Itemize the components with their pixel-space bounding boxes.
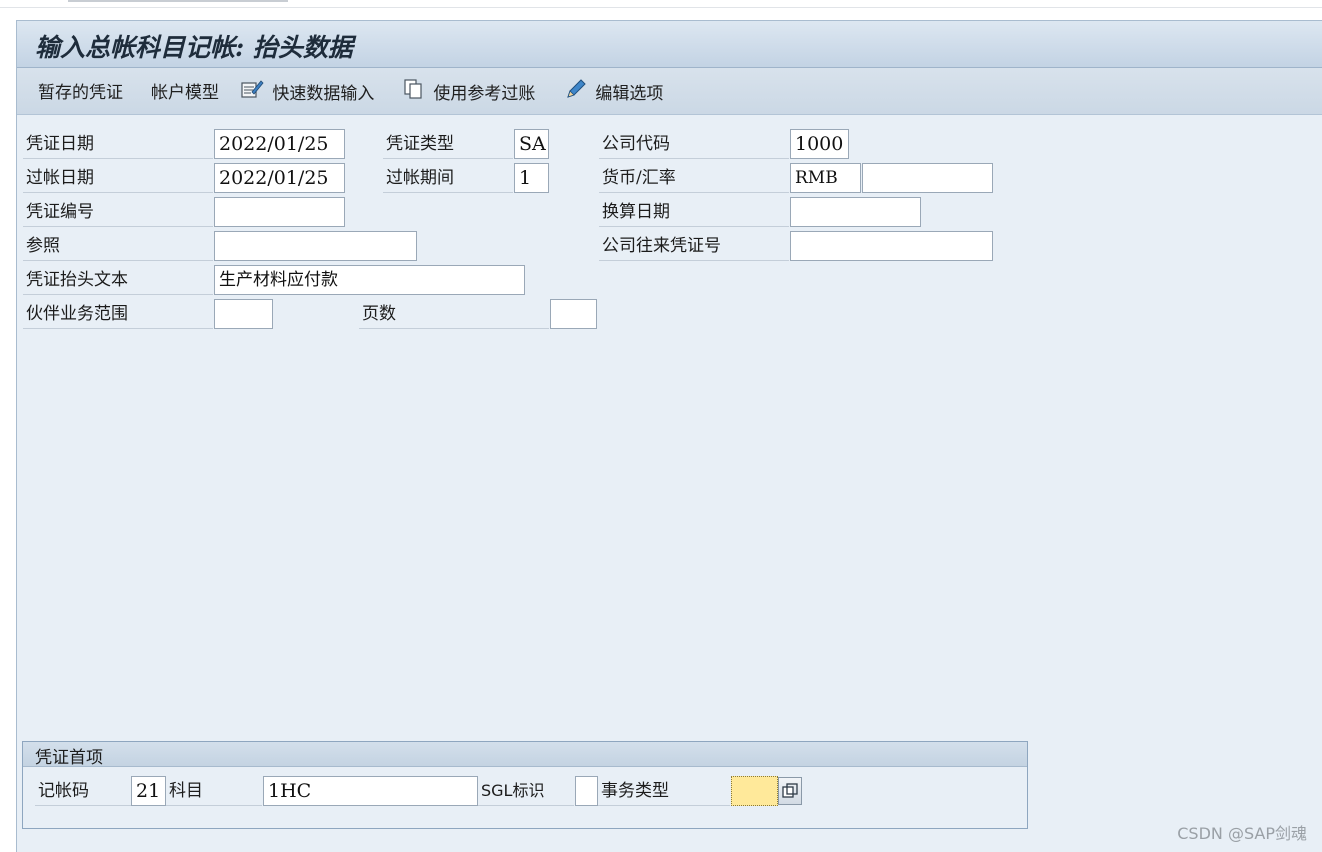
first-item-group-title: 凭证首项 (35, 748, 103, 768)
currency-field[interactable]: RMB (790, 163, 861, 193)
transaction-type-label: 事务类型 (598, 776, 730, 806)
fast-entry-label: 快速数据输入 (272, 84, 375, 104)
reference-field[interactable] (214, 231, 417, 261)
post-with-reference-label: 使用参考过账 (433, 84, 536, 104)
copy-reference-icon (403, 78, 425, 105)
page-label: 页数 (359, 299, 549, 329)
browser-top-strip (0, 0, 1322, 8)
fast-entry-button[interactable]: 快速数据输入 (240, 78, 374, 104)
header-text-field[interactable]: 生产材料应付款 (214, 265, 525, 295)
first-item-group: 凭证首项 记帐码 21 科目 1HC SGL标识 事务类型 (22, 741, 1028, 829)
doc-type-field[interactable]: SA (514, 129, 549, 159)
posting-key-field[interactable]: 21 (131, 776, 166, 806)
watermark: CSDN @SAP剑魂 (1177, 824, 1307, 843)
company-code-label: 公司代码 (599, 129, 789, 159)
account-field[interactable]: 1HC (263, 776, 478, 806)
top-divider (0, 7, 1322, 8)
intercompany-field[interactable] (790, 231, 993, 261)
transaction-type-field[interactable] (731, 776, 778, 806)
company-code-field[interactable]: 1000 (790, 129, 849, 159)
page-field[interactable] (550, 299, 597, 329)
sap-screen: 输入总帐科目记帐: 抬头数据 暂存的凭证 帐户模型 快速数据输入 使用参考过账 … (16, 20, 1322, 852)
value-help-icon (782, 783, 798, 798)
reference-label: 参照 (23, 231, 213, 261)
posting-period-field[interactable]: 1 (514, 163, 549, 193)
title-bar: 输入总帐科目记帐: 抬头数据 (17, 21, 1322, 68)
translation-date-field[interactable] (790, 197, 921, 227)
exchange-rate-field[interactable] (862, 163, 993, 193)
first-item-group-header: 凭证首项 (23, 742, 1027, 768)
application-toolbar: 暂存的凭证 帐户模型 快速数据输入 使用参考过账 编辑选项 (17, 68, 1322, 115)
posting-period-label: 过帐期间 (383, 163, 513, 193)
header-text-label: 凭证抬头文本 (23, 265, 213, 295)
value-help-button[interactable] (778, 777, 802, 805)
account-label: 科目 (166, 776, 262, 806)
account-model-label: 帐户模型 (151, 83, 219, 103)
sgl-indicator-field[interactable] (575, 776, 598, 806)
doc-number-field[interactable] (214, 197, 345, 227)
doc-date-label: 凭证日期 (23, 129, 213, 159)
editing-options-label: 编辑选项 (595, 84, 664, 104)
post-with-reference-button[interactable]: 使用参考过账 (403, 78, 535, 104)
parked-documents-label: 暂存的凭证 (38, 83, 123, 103)
tab-indicator (68, 0, 288, 2)
trading-partner-field[interactable] (214, 299, 273, 329)
pencil-icon (565, 78, 587, 105)
account-model-button[interactable]: 帐户模型 (151, 78, 219, 104)
doc-number-label: 凭证编号 (23, 197, 213, 227)
editing-options-button[interactable]: 编辑选项 (565, 78, 663, 104)
sgl-indicator-label: SGL标识 (478, 776, 574, 806)
doc-date-field[interactable]: 2022/01/25 (214, 129, 345, 159)
intercompany-label: 公司往来凭证号 (599, 231, 789, 261)
currency-label: 货币/汇率 (599, 163, 789, 193)
page-title: 输入总帐科目记帐: 抬头数据 (35, 33, 353, 62)
translation-date-label: 换算日期 (599, 197, 789, 227)
parked-documents-button[interactable]: 暂存的凭证 (38, 78, 123, 104)
posting-key-label: 记帐码 (35, 776, 131, 806)
fast-entry-icon (240, 78, 264, 105)
posting-date-field[interactable]: 2022/01/25 (214, 163, 345, 193)
posting-date-label: 过帐日期 (23, 163, 213, 193)
trading-partner-label: 伙伴业务范围 (23, 299, 213, 329)
doc-type-label: 凭证类型 (383, 129, 513, 159)
